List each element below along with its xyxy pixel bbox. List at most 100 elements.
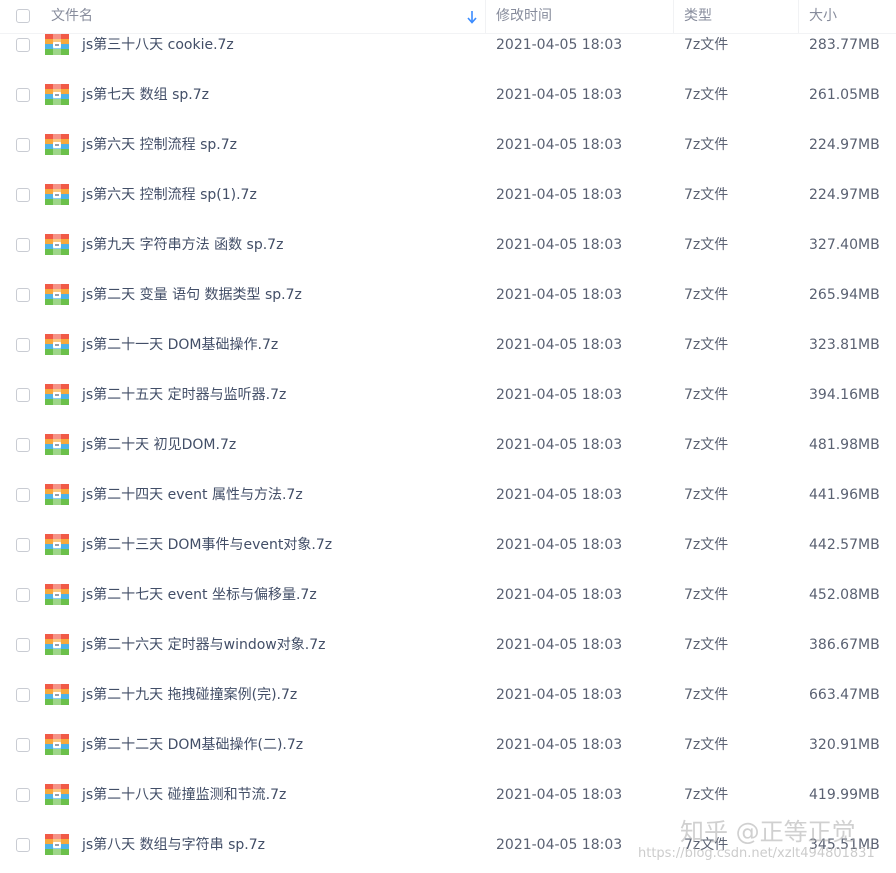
file-modified-time: 2021-04-05 18:03 bbox=[496, 387, 623, 403]
column-header-type[interactable]: 类型 bbox=[684, 0, 712, 33]
file-name[interactable]: js第七天 数组 sp.7z bbox=[82, 70, 209, 120]
file-row[interactable]: js第二十五天 定时器与监听器.7z 2021-04-05 18:03 7z文件… bbox=[0, 370, 896, 420]
file-size: 386.67MB bbox=[809, 637, 880, 653]
file-row[interactable]: js第九天 字符串方法 函数 sp.7z 2021-04-05 18:03 7z… bbox=[0, 220, 896, 270]
file-name[interactable]: js第二十二天 DOM基础操作(二).7z bbox=[82, 720, 303, 770]
file-name[interactable]: js第二天 变量 语句 数据类型 sp.7z bbox=[82, 270, 302, 320]
file-row[interactable]: js第二十六天 定时器与window对象.7z 2021-04-05 18:03… bbox=[0, 620, 896, 670]
file-type: 7z文件 bbox=[684, 387, 729, 403]
7z-archive-icon bbox=[45, 383, 69, 407]
file-size: 265.94MB bbox=[809, 287, 880, 303]
file-type: 7z文件 bbox=[684, 337, 729, 353]
row-checkbox[interactable] bbox=[16, 288, 30, 302]
file-row[interactable]: js第七天 数组 sp.7z 2021-04-05 18:03 7z文件 261… bbox=[0, 70, 896, 120]
7z-archive-icon bbox=[45, 833, 69, 857]
file-name[interactable]: js第二十七天 event 坐标与偏移量.7z bbox=[82, 570, 317, 620]
file-modified-time: 2021-04-05 18:03 bbox=[496, 637, 623, 653]
file-modified-time: 2021-04-05 18:03 bbox=[496, 537, 623, 553]
file-name[interactable]: js第八天 数组与字符串 sp.7z bbox=[82, 820, 265, 870]
watermark-text: 知乎 @正等正觉 bbox=[680, 818, 856, 846]
file-row[interactable]: js第二十一天 DOM基础操作.7z 2021-04-05 18:03 7z文件… bbox=[0, 320, 896, 370]
file-size: 261.05MB bbox=[809, 87, 880, 103]
file-name[interactable]: js第九天 字符串方法 函数 sp.7z bbox=[82, 220, 283, 270]
column-divider[interactable] bbox=[673, 0, 674, 33]
row-checkbox[interactable] bbox=[16, 588, 30, 602]
file-modified-time: 2021-04-05 18:03 bbox=[496, 587, 623, 603]
column-header-name[interactable]: 文件名 bbox=[51, 0, 93, 33]
file-type: 7z文件 bbox=[684, 637, 729, 653]
file-modified-time: 2021-04-05 18:03 bbox=[496, 787, 623, 803]
file-type: 7z文件 bbox=[684, 687, 729, 703]
file-name[interactable]: js第二十三天 DOM事件与event对象.7z bbox=[82, 520, 332, 570]
row-checkbox[interactable] bbox=[16, 388, 30, 402]
row-checkbox[interactable] bbox=[16, 688, 30, 702]
file-row[interactable]: js第六天 控制流程 sp.7z 2021-04-05 18:03 7z文件 2… bbox=[0, 120, 896, 170]
7z-archive-icon bbox=[45, 783, 69, 807]
file-list: js第三十八天 cookie.7z 2021-04-05 18:03 7z文件 … bbox=[0, 20, 896, 870]
row-checkbox[interactable] bbox=[16, 88, 30, 102]
file-type: 7z文件 bbox=[684, 437, 729, 453]
file-name[interactable]: js第二十六天 定时器与window对象.7z bbox=[82, 620, 325, 670]
row-checkbox[interactable] bbox=[16, 738, 30, 752]
file-name[interactable]: js第六天 控制流程 sp.7z bbox=[82, 120, 237, 170]
file-name[interactable]: js第二十天 初见DOM.7z bbox=[82, 420, 236, 470]
file-row[interactable]: js第二十二天 DOM基础操作(二).7z 2021-04-05 18:03 7… bbox=[0, 720, 896, 770]
file-row[interactable]: js第二十四天 event 属性与方法.7z 2021-04-05 18:03 … bbox=[0, 470, 896, 520]
column-header-time[interactable]: 修改时间 bbox=[496, 0, 552, 33]
7z-archive-icon bbox=[45, 433, 69, 457]
row-checkbox[interactable] bbox=[16, 788, 30, 802]
row-checkbox[interactable] bbox=[16, 138, 30, 152]
select-all-checkbox[interactable] bbox=[16, 9, 30, 23]
row-checkbox[interactable] bbox=[16, 238, 30, 252]
7z-archive-icon bbox=[45, 33, 69, 57]
row-checkbox[interactable] bbox=[16, 488, 30, 502]
file-modified-time: 2021-04-05 18:03 bbox=[496, 337, 623, 353]
row-checkbox[interactable] bbox=[16, 638, 30, 652]
row-checkbox[interactable] bbox=[16, 438, 30, 452]
file-row[interactable]: js第六天 控制流程 sp(1).7z 2021-04-05 18:03 7z文… bbox=[0, 170, 896, 220]
file-name[interactable]: js第六天 控制流程 sp(1).7z bbox=[82, 170, 257, 220]
file-list-header: 文件名 修改时间 类型 大小 bbox=[0, 0, 896, 34]
file-modified-time: 2021-04-05 18:03 bbox=[496, 837, 623, 853]
watermark-url: https://blog.csdn.net/xzlt494801831 bbox=[638, 846, 875, 861]
row-checkbox[interactable] bbox=[16, 538, 30, 552]
7z-archive-icon bbox=[45, 83, 69, 107]
file-size: 323.81MB bbox=[809, 337, 880, 353]
file-size: 441.96MB bbox=[809, 487, 880, 503]
row-checkbox[interactable] bbox=[16, 838, 30, 852]
file-size: 663.47MB bbox=[809, 687, 880, 703]
file-type: 7z文件 bbox=[684, 287, 729, 303]
row-checkbox[interactable] bbox=[16, 188, 30, 202]
file-modified-time: 2021-04-05 18:03 bbox=[496, 237, 623, 253]
file-row[interactable]: js第二十九天 拖拽碰撞案例(完).7z 2021-04-05 18:03 7z… bbox=[0, 670, 896, 720]
file-name[interactable]: js第二十八天 碰撞监测和节流.7z bbox=[82, 770, 286, 820]
file-size: 481.98MB bbox=[809, 437, 880, 453]
file-modified-time: 2021-04-05 18:03 bbox=[496, 187, 623, 203]
file-row[interactable]: js第二天 变量 语句 数据类型 sp.7z 2021-04-05 18:03 … bbox=[0, 270, 896, 320]
column-divider[interactable] bbox=[798, 0, 799, 33]
column-divider[interactable] bbox=[485, 0, 486, 33]
file-row[interactable]: js第二十天 初见DOM.7z 2021-04-05 18:03 7z文件 48… bbox=[0, 420, 896, 470]
column-header-size[interactable]: 大小 bbox=[809, 0, 837, 33]
file-type: 7z文件 bbox=[684, 487, 729, 503]
file-modified-time: 2021-04-05 18:03 bbox=[496, 487, 623, 503]
file-row[interactable]: js第二十七天 event 坐标与偏移量.7z 2021-04-05 18:03… bbox=[0, 570, 896, 620]
file-name[interactable]: js第二十九天 拖拽碰撞案例(完).7z bbox=[82, 670, 297, 720]
file-modified-time: 2021-04-05 18:03 bbox=[496, 687, 623, 703]
file-type: 7z文件 bbox=[684, 87, 729, 103]
row-checkbox[interactable] bbox=[16, 338, 30, 352]
7z-archive-icon bbox=[45, 733, 69, 757]
sort-down-arrow-icon[interactable] bbox=[466, 9, 478, 25]
file-row[interactable]: js第二十三天 DOM事件与event对象.7z 2021-04-05 18:0… bbox=[0, 520, 896, 570]
row-checkbox[interactable] bbox=[16, 38, 30, 52]
file-name[interactable]: js第二十五天 定时器与监听器.7z bbox=[82, 370, 286, 420]
file-modified-time: 2021-04-05 18:03 bbox=[496, 87, 623, 103]
file-size: 224.97MB bbox=[809, 187, 880, 203]
file-type: 7z文件 bbox=[684, 137, 729, 153]
file-name[interactable]: js第二十四天 event 属性与方法.7z bbox=[82, 470, 303, 520]
file-size: 224.97MB bbox=[809, 137, 880, 153]
file-name[interactable]: js第二十一天 DOM基础操作.7z bbox=[82, 320, 278, 370]
file-modified-time: 2021-04-05 18:03 bbox=[496, 287, 623, 303]
7z-archive-icon bbox=[45, 233, 69, 257]
file-size: 327.40MB bbox=[809, 237, 880, 253]
